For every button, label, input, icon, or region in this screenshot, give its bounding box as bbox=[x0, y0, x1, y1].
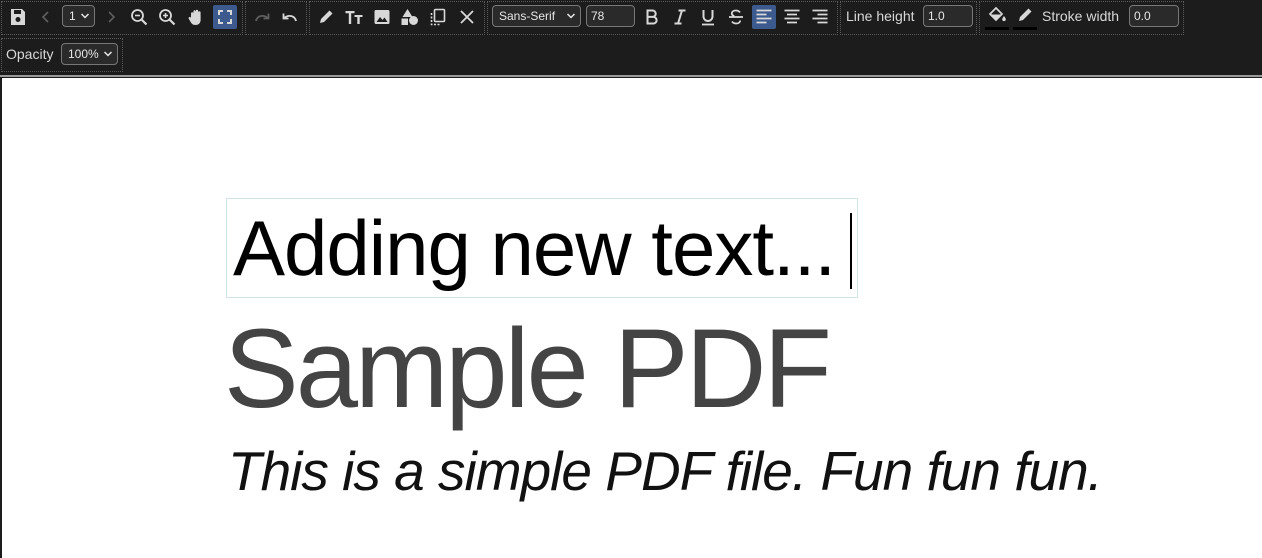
text-caret bbox=[850, 213, 852, 289]
stroke-width-label: Stroke width bbox=[1042, 8, 1120, 24]
save-icon bbox=[11, 9, 25, 25]
underline-button[interactable] bbox=[696, 5, 720, 29]
font-family-value: Sans-Serif bbox=[499, 9, 556, 23]
document-body-text: This is a simple PDF file. Fun fun fun. bbox=[228, 440, 1103, 502]
selection-icon bbox=[430, 8, 446, 26]
italic-button[interactable] bbox=[668, 5, 692, 29]
line-height-label: Line height bbox=[846, 8, 915, 24]
draw-tool-button[interactable] bbox=[314, 5, 338, 29]
chevron-down-icon bbox=[103, 51, 113, 57]
hand-icon bbox=[188, 9, 201, 25]
image-icon bbox=[374, 10, 390, 24]
opacity-select[interactable]: 100% bbox=[61, 43, 118, 65]
editing-text[interactable]: Adding new text... bbox=[233, 203, 836, 293]
opacity-value: 100% bbox=[68, 47, 99, 61]
fit-page-icon bbox=[218, 10, 232, 24]
font-family-select[interactable]: Sans-Serif bbox=[492, 5, 581, 27]
undo-icon bbox=[282, 13, 297, 22]
underline-icon bbox=[702, 10, 714, 26]
text-size-icon bbox=[345, 11, 363, 24]
zoom-in-icon bbox=[159, 9, 176, 26]
bold-button[interactable] bbox=[640, 5, 664, 29]
next-page-button[interactable] bbox=[99, 5, 123, 29]
save-button[interactable] bbox=[6, 5, 30, 29]
pdf-page[interactable]: Adding new text... Sample PDF This is a … bbox=[2, 78, 1262, 558]
text-annotation-editor[interactable]: Adding new text... bbox=[226, 198, 858, 298]
line-height-value: 1.0 bbox=[928, 9, 945, 23]
fill-color-button[interactable] bbox=[985, 3, 1009, 27]
chevron-right-icon bbox=[108, 11, 116, 23]
text-tool-button[interactable] bbox=[342, 5, 366, 29]
strikethrough-button[interactable] bbox=[724, 5, 748, 29]
italic-icon bbox=[674, 9, 686, 25]
toolbar-divider bbox=[0, 75, 1262, 77]
undo-button[interactable] bbox=[278, 5, 302, 29]
fit-page-button[interactable] bbox=[213, 5, 237, 29]
redo-icon bbox=[255, 13, 270, 22]
previous-page-button[interactable] bbox=[34, 5, 58, 29]
stroke-color-swatch bbox=[1013, 27, 1037, 30]
line-height-input[interactable]: 1.0 bbox=[923, 5, 973, 27]
font-size-value: 78 bbox=[591, 9, 605, 23]
page-number-select[interactable]: 1 bbox=[62, 5, 95, 27]
stroke-width-input[interactable]: 0.0 bbox=[1129, 5, 1179, 27]
document-title: Sample PDF bbox=[224, 306, 832, 431]
select-tool-button[interactable] bbox=[426, 5, 450, 29]
zoom-in-button[interactable] bbox=[155, 5, 179, 29]
zoom-out-icon bbox=[131, 9, 148, 26]
opacity-label: Opacity bbox=[6, 46, 54, 62]
shapes-icon bbox=[401, 9, 418, 25]
align-right-button[interactable] bbox=[808, 5, 832, 29]
align-left-button[interactable] bbox=[752, 5, 776, 29]
paint-bucket-icon bbox=[988, 6, 1006, 22]
zoom-out-button[interactable] bbox=[127, 5, 151, 29]
image-tool-button[interactable] bbox=[370, 5, 394, 29]
strikethrough-icon bbox=[729, 9, 743, 25]
stroke-width-value: 0.0 bbox=[1134, 9, 1151, 23]
hand-tool-button[interactable] bbox=[184, 5, 208, 29]
chevron-down-icon bbox=[80, 13, 90, 19]
shape-tool-button[interactable] bbox=[398, 5, 422, 29]
delete-button[interactable] bbox=[455, 5, 479, 29]
stroke-color-button[interactable] bbox=[1013, 3, 1037, 27]
page-number-value: 1 bbox=[69, 9, 76, 23]
bold-icon bbox=[646, 9, 658, 25]
editor-toolbar: 1 Sans-Serif 78 Line height 1.0 Stroke w… bbox=[0, 0, 1262, 76]
chevron-down-icon bbox=[566, 13, 576, 19]
pencil-icon bbox=[1019, 8, 1032, 21]
align-center-icon bbox=[784, 9, 800, 24]
font-size-input[interactable]: 78 bbox=[586, 5, 635, 27]
redo-button[interactable] bbox=[250, 5, 274, 29]
align-center-button[interactable] bbox=[780, 5, 804, 29]
pencil-icon bbox=[320, 10, 333, 23]
fill-color-swatch bbox=[985, 27, 1009, 30]
close-icon bbox=[460, 10, 474, 24]
align-left-icon bbox=[756, 9, 772, 24]
chevron-left-icon bbox=[41, 11, 49, 23]
align-right-icon bbox=[812, 9, 828, 24]
